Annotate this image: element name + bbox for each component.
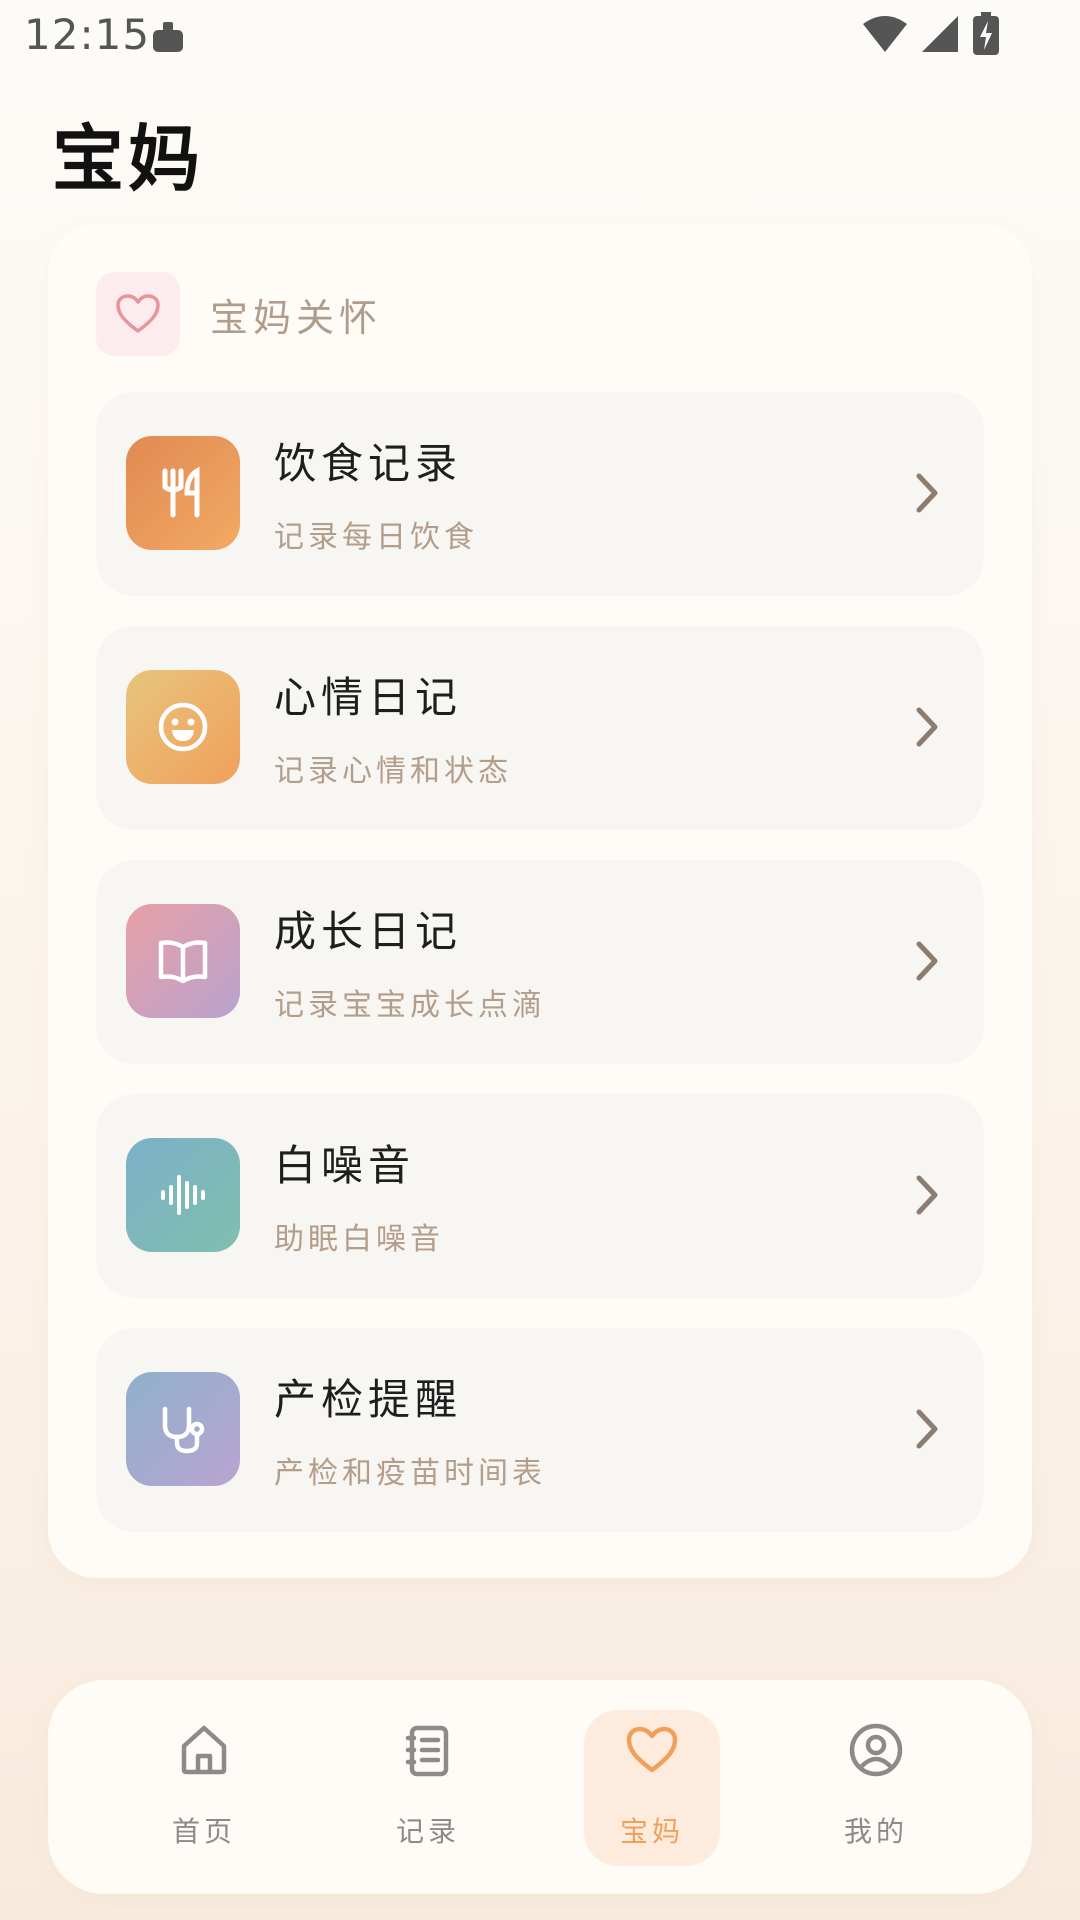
nav-label: 记录: [395, 1815, 460, 1848]
utensils-icon: [126, 436, 240, 550]
menu-item-growth-diary[interactable]: 成长日记 记录宝宝成长点滴: [96, 860, 984, 1064]
cellular-signal-icon: [920, 14, 960, 58]
section-header: 宝妈关怀: [96, 272, 382, 356]
home-icon: [176, 1722, 232, 1778]
page-title: 宝妈: [52, 117, 205, 201]
heart-outline-icon: [96, 272, 180, 356]
stethoscope-icon: [126, 1372, 240, 1486]
chevron-right-icon: [912, 702, 942, 756]
nav-label: 宝妈: [619, 1815, 684, 1848]
user-circle-icon: [848, 1722, 904, 1778]
nav-mom[interactable]: 宝妈: [584, 1710, 720, 1866]
status-time: 12:15: [24, 10, 151, 59]
item-title: 心情日记: [274, 673, 463, 722]
item-subtitle: 记录每日饮食: [274, 520, 478, 555]
sound-wave-icon: [126, 1138, 240, 1252]
menu-item-white-noise[interactable]: 白噪音 助眠白噪音: [96, 1094, 984, 1298]
notebook-icon: [400, 1722, 456, 1778]
notification-icon: [150, 20, 186, 60]
item-subtitle: 记录心情和状态: [274, 754, 512, 789]
smile-icon: [126, 670, 240, 784]
chevron-right-icon: [912, 936, 942, 990]
nav-home[interactable]: 首页: [136, 1710, 272, 1866]
chevron-right-icon: [912, 1404, 942, 1458]
nav-label: 我的: [843, 1815, 908, 1848]
open-book-icon: [126, 904, 240, 1018]
wifi-icon: [862, 14, 908, 58]
menu-item-prenatal-reminder[interactable]: 产检提醒 产检和疫苗时间表: [96, 1328, 984, 1532]
nav-label: 首页: [171, 1815, 236, 1848]
section-title: 宝妈关怀: [210, 295, 383, 340]
status-bar: 12:15: [0, 0, 1080, 80]
care-card: 宝妈关怀 饮食记录 记录每日饮食 心情日记 记录心情和状态 成长日记 记录宝宝成…: [48, 224, 1032, 1578]
battery-charging-icon: [972, 12, 1000, 60]
item-subtitle: 产检和疫苗时间表: [274, 1456, 546, 1491]
item-title: 成长日记: [274, 907, 463, 956]
item-title: 白噪音: [274, 1141, 416, 1190]
item-title: 产检提醒: [274, 1375, 463, 1424]
nav-profile[interactable]: 我的: [808, 1710, 944, 1866]
item-title: 饮食记录: [274, 439, 463, 488]
chevron-right-icon: [912, 1170, 942, 1224]
menu-item-diet-record[interactable]: 饮食记录 记录每日饮食: [96, 392, 984, 596]
nav-records[interactable]: 记录: [360, 1710, 496, 1866]
bottom-nav: 首页 记录 宝妈 我的: [48, 1680, 1032, 1894]
item-subtitle: 助眠白噪音: [274, 1222, 444, 1257]
item-subtitle: 记录宝宝成长点滴: [274, 988, 546, 1023]
chevron-right-icon: [912, 468, 942, 522]
menu-item-mood-diary[interactable]: 心情日记 记录心情和状态: [96, 626, 984, 830]
heart-icon: [624, 1722, 680, 1778]
